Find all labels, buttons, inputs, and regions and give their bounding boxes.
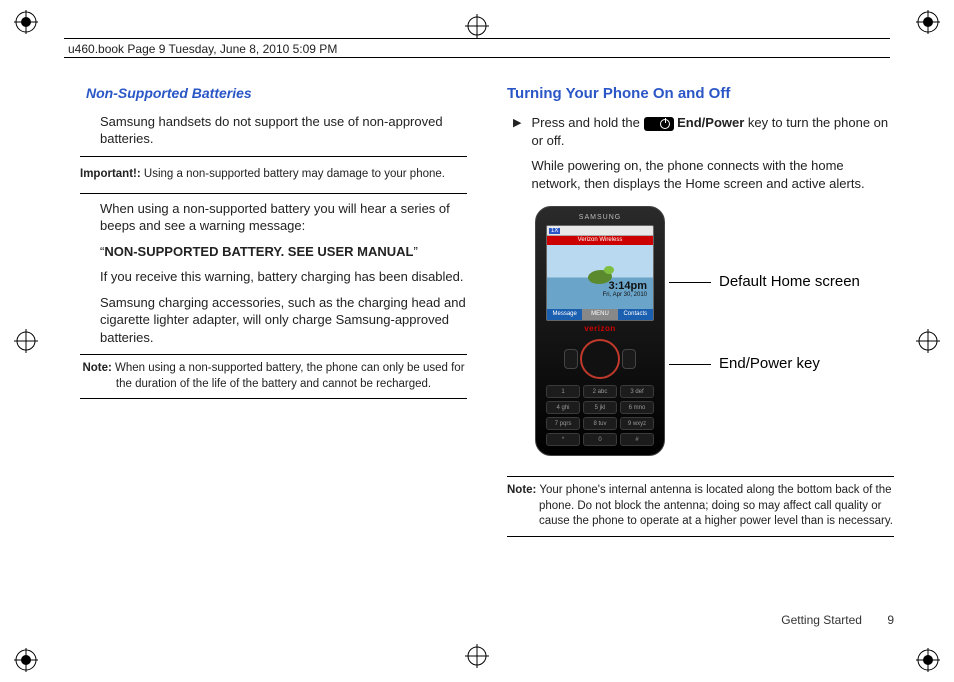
dpad-ring (580, 339, 620, 379)
key: 3 def (620, 385, 654, 398)
note-body: When using a non-supported battery, the … (112, 362, 465, 390)
left-softkey-button (564, 349, 578, 369)
callout-line-icon (669, 364, 711, 365)
footer-section: Getting Started (781, 613, 862, 627)
keypad: 1 2 abc 3 def 4 ghi 5 jkl 6 mno 7 pqrs 8… (546, 385, 654, 446)
softkey-left: Message (547, 309, 582, 320)
footnote: Note: When using a non-supported battery… (80, 361, 467, 392)
page-footer: Getting Started 9 (781, 612, 894, 628)
right-softkey-button (622, 349, 636, 369)
step-body: Press and hold the End/Power key to turn… (531, 114, 894, 192)
body-text: If you receive this warning, battery cha… (80, 268, 467, 286)
left-column: Non-Supported Batteries Samsung handsets… (80, 84, 467, 622)
phone-body: SAMSUNG 1X Verizon Wireless 3:14pm Fri, … (535, 206, 665, 456)
key: 9 wxyz (620, 417, 654, 430)
right-column: Turning Your Phone On and Off ▶ Press an… (507, 84, 894, 622)
warning-text: NON-SUPPORTED BATTERY. SEE USER MANUAL (104, 244, 413, 259)
crop-mark-icon (14, 329, 38, 353)
key: 7 pqrs (546, 417, 580, 430)
section-heading-non-supported: Non-Supported Batteries (86, 84, 467, 103)
print-header: u460.book Page 9 Tuesday, June 8, 2010 5… (64, 38, 890, 58)
page-number: 9 (887, 613, 894, 627)
step-arrow-icon: ▶ (513, 114, 521, 192)
step-text: While powering on, the phone connects wi… (531, 158, 864, 191)
body-text: When using a non-supported battery you w… (80, 200, 467, 235)
key: 4 ghi (546, 401, 580, 414)
key: 8 tuv (583, 417, 617, 430)
divider (507, 476, 894, 477)
crop-bar-icon (477, 16, 478, 38)
clock-time: 3:14pm (603, 281, 647, 292)
callout-line-icon (669, 282, 711, 283)
divider (80, 398, 467, 399)
section-heading-turning-on: Turning Your Phone On and Off (507, 84, 894, 104)
nav-pad (568, 337, 632, 381)
important-note: Important!: Using a non-supported batter… (80, 163, 467, 187)
crop-mark-icon (14, 10, 38, 34)
crop-mark-icon (916, 10, 940, 34)
step-key-name: End/Power (674, 115, 745, 130)
step-text: Press and hold the (531, 115, 643, 130)
footnote: Note: Your phone's internal antenna is l… (507, 483, 894, 530)
important-text: Using a non-supported battery may damage… (141, 168, 445, 180)
instruction-step: ▶ Press and hold the End/Power key to tu… (507, 114, 894, 192)
signal-indicator: 1X (549, 228, 560, 234)
callout-home-screen: Default Home screen (669, 272, 860, 292)
quote-close: ” (413, 244, 417, 259)
key: 1 (546, 385, 580, 398)
body-text: Samsung charging accessories, such as th… (80, 294, 467, 347)
divider (80, 156, 467, 157)
phone-illustration: SAMSUNG 1X Verizon Wireless 3:14pm Fri, … (535, 206, 894, 466)
verizon-logo: verizon (546, 324, 654, 335)
key: 2 abc (583, 385, 617, 398)
home-clock: 3:14pm Fri, Apr 30, 2010 (603, 281, 647, 298)
softkey-bar: Message MENU Contacts (547, 309, 653, 320)
divider (80, 193, 467, 194)
callout-label: Default Home screen (719, 272, 860, 292)
crop-bar-icon (477, 644, 478, 666)
key: 6 mno (620, 401, 654, 414)
body-text: “NON-SUPPORTED BATTERY. SEE USER MANUAL” (80, 243, 467, 261)
note-label: Note: (82, 362, 111, 374)
crop-mark-icon (916, 329, 940, 353)
callout-label: End/Power key (719, 354, 820, 374)
wallpaper-frog-icon (604, 266, 614, 274)
page-content: Non-Supported Batteries Samsung handsets… (80, 84, 894, 622)
carrier-label: Verizon Wireless (547, 236, 653, 245)
note-body: Your phone's internal antenna is located… (536, 484, 893, 527)
key: 0 (583, 433, 617, 446)
print-header-text: u460.book Page 9 Tuesday, June 8, 2010 5… (68, 42, 337, 56)
key: * (546, 433, 580, 446)
softkey-center: MENU (582, 309, 617, 320)
phone-brand: SAMSUNG (546, 213, 654, 222)
key: 5 jkl (583, 401, 617, 414)
divider (507, 536, 894, 537)
divider (80, 354, 467, 355)
end-power-key-icon (644, 117, 674, 131)
clock-date: Fri, Apr 30, 2010 (603, 292, 647, 298)
softkey-right: Contacts (618, 309, 653, 320)
important-label: Important!: (80, 168, 141, 180)
crop-mark-icon (916, 648, 940, 672)
note-label: Note: (507, 484, 536, 496)
phone-status-bar: 1X (547, 226, 653, 236)
crop-mark-icon (14, 648, 38, 672)
body-text: Samsung handsets do not support the use … (80, 113, 467, 148)
phone-screen: 1X Verizon Wireless 3:14pm Fri, Apr 30, … (546, 225, 654, 321)
callout-end-power: End/Power key (669, 354, 820, 374)
key: # (620, 433, 654, 446)
